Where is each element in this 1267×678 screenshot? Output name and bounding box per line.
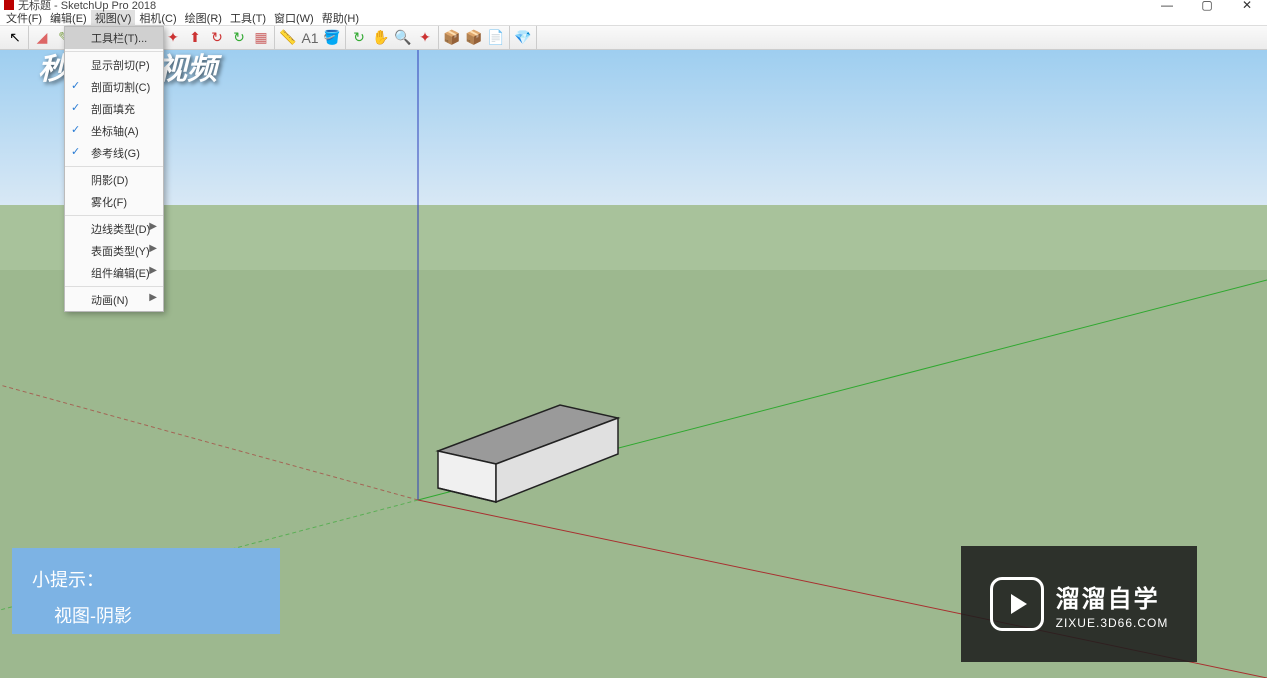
move-tool-icon[interactable]: ✦ (163, 28, 183, 48)
dd-sep (65, 215, 163, 216)
window-controls: — ▢ ✕ (1147, 0, 1267, 10)
paint-tool-icon[interactable]: 🪣 (322, 28, 342, 48)
dd-item-face-style[interactable]: 表面类型(Y) ▶ (65, 240, 163, 262)
tool-group-warehouse: 📦 📦 📄 (439, 26, 510, 49)
check-icon: ✓ (71, 123, 80, 136)
maximize-button[interactable]: ▢ (1187, 0, 1227, 10)
brand-main: 溜溜自学 (1056, 579, 1169, 614)
pushpull-tool-icon[interactable]: ⬆ (185, 28, 205, 48)
menu-tools[interactable]: 工具(T) (226, 10, 270, 26)
ground-far (0, 205, 1267, 270)
check-icon: ✓ (71, 145, 80, 158)
dd-item-axes[interactable]: ✓ 坐标轴(A) (65, 120, 163, 142)
dd-item-toolbar[interactable]: 工具栏(T)... (65, 27, 163, 49)
chevron-right-icon: ▶ (149, 292, 157, 303)
ruby-icon[interactable]: 💎 (513, 28, 533, 48)
warehouse-icon[interactable]: 📦 (442, 28, 462, 48)
dd-sep (65, 166, 163, 167)
pan-tool-icon[interactable]: ✋ (371, 28, 391, 48)
close-button[interactable]: ✕ (1227, 0, 1267, 10)
zoom-extents-icon[interactable]: ✦ (415, 28, 435, 48)
dd-item-animation[interactable]: 动画(N) ▶ (65, 289, 163, 311)
window-title: 无标题 - SketchUp Pro 2018 (18, 0, 156, 13)
tool-group-select: ↖ (2, 26, 29, 49)
dd-item-fog[interactable]: 雾化(F) (65, 191, 163, 213)
dd-item-section-cut[interactable]: ✓ 剖面切割(C) (65, 76, 163, 98)
tool-group-modify: ✦ ⬆ ↻ ↻ ▦ (160, 26, 275, 49)
dd-sep (65, 51, 163, 52)
chevron-right-icon: ▶ (149, 243, 157, 254)
offset-tool-icon[interactable]: ▦ (251, 28, 271, 48)
extension-icon[interactable]: 📦 (464, 28, 484, 48)
app-icon (4, 0, 14, 10)
tape-tool-icon[interactable]: 📏 (278, 28, 298, 48)
menu-draw[interactable]: 绘图(R) (181, 10, 226, 26)
dd-item-section-fill[interactable]: ✓ 剖面填充 (65, 98, 163, 120)
scale-tool-icon[interactable]: ↻ (229, 28, 249, 48)
layout-icon[interactable]: 📄 (486, 28, 506, 48)
tip-box: 小提示： 视图-阴影 (12, 548, 280, 634)
menu-help[interactable]: 帮助(H) (318, 10, 363, 26)
brand-text: 溜溜自学 ZIXUE.3D66.COM (1056, 579, 1169, 630)
rotate-tool-icon[interactable]: ↻ (207, 28, 227, 48)
check-icon: ✓ (71, 79, 80, 92)
brand-sub: ZIXUE.3D66.COM (1056, 616, 1169, 630)
minimize-button[interactable]: — (1147, 0, 1187, 10)
tool-group-ruby: 💎 (510, 26, 537, 49)
menu-window[interactable]: 窗口(W) (270, 10, 318, 26)
titlebar: 无标题 - SketchUp Pro 2018 — ▢ ✕ (0, 0, 1267, 10)
tool-group-camera: ↻ ✋ 🔍 ✦ (346, 26, 439, 49)
zoom-tool-icon[interactable]: 🔍 (393, 28, 413, 48)
chevron-right-icon: ▶ (149, 221, 157, 232)
dd-sep (65, 286, 163, 287)
toolbar: ↖ ◢ ✎ ✦ ⬆ ↻ ↻ ▦ 📏 A1 🪣 ↻ ✋ 🔍 ✦ 📦 📦 📄 💎 (0, 26, 1267, 50)
tip-title: 小提示： (32, 562, 260, 598)
brand-play-icon (990, 577, 1044, 631)
eraser-tool-icon[interactable]: ◢ (32, 28, 52, 48)
tip-content: 视图-阴影 (32, 598, 260, 634)
dd-item-guides[interactable]: ✓ 参考线(G) (65, 142, 163, 164)
check-icon: ✓ (71, 101, 80, 114)
view-dropdown: 工具栏(T)... 显示剖切(P) ✓ 剖面切割(C) ✓ 剖面填充 ✓ 坐标轴… (64, 26, 164, 312)
text-tool-icon[interactable]: A1 (300, 28, 320, 48)
dd-item-component-edit[interactable]: 组件编辑(E) ▶ (65, 262, 163, 284)
orbit-tool-icon[interactable]: ↻ (349, 28, 369, 48)
dd-item-edge-style[interactable]: 边线类型(D) ▶ (65, 218, 163, 240)
brand-box: 溜溜自学 ZIXUE.3D66.COM (961, 546, 1197, 662)
sky (0, 50, 1267, 205)
select-tool-icon[interactable]: ↖ (5, 28, 25, 48)
dd-item-shadows[interactable]: 阴影(D) (65, 169, 163, 191)
dd-item-section-display[interactable]: 显示剖切(P) (65, 54, 163, 76)
chevron-right-icon: ▶ (149, 265, 157, 276)
tool-group-measure: 📏 A1 🪣 (275, 26, 346, 49)
menubar: 文件(F) 编辑(E) 视图(V) 相机(C) 绘图(R) 工具(T) 窗口(W… (0, 10, 1267, 26)
